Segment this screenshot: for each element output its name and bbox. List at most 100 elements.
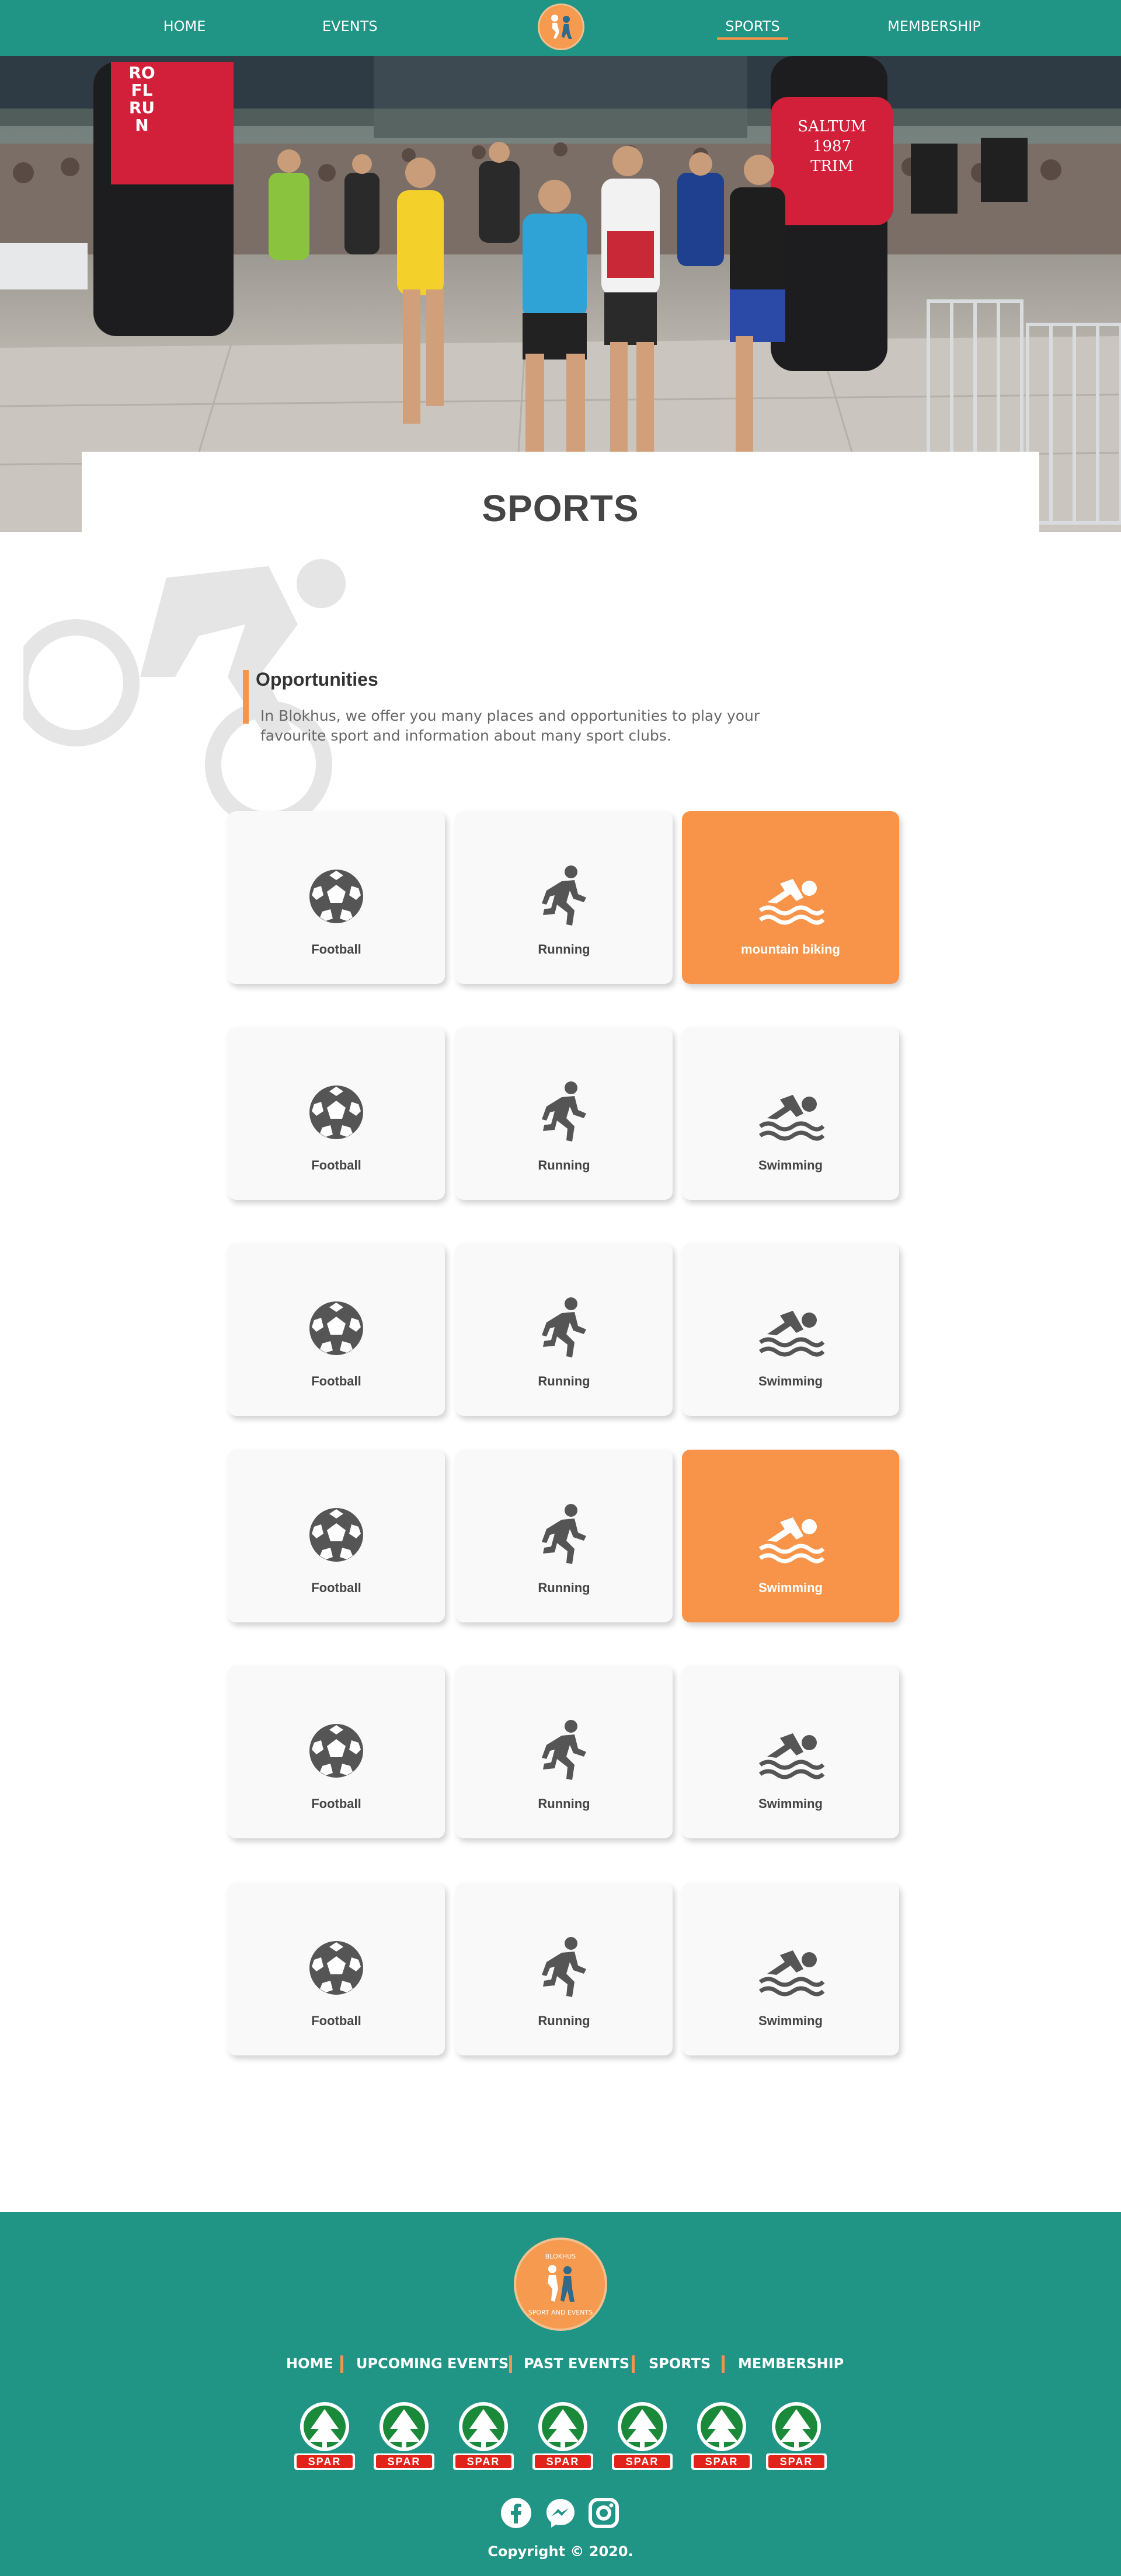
spar-label: SPAR [308,2456,342,2467]
spar-label: SPAR [625,2456,659,2467]
sport-card-label: Running [538,1580,590,1595]
section-accent-bar [243,670,249,724]
sport-card-label: Swimming [758,1158,823,1172]
sport-card-label: Running [538,1796,590,1811]
sport-card-football[interactable]: Football [228,811,445,984]
swimmer-icon [758,1950,825,1996]
sport-card-label: mountain biking [741,942,840,957]
sport-card-football[interactable]: Football [228,1027,445,1200]
footer-link-membership[interactable]: MEMBERSHIP [738,2352,844,2375]
opportunities-title: Opportunities [256,669,378,690]
sport-card-label: Football [311,1796,361,1811]
sport-card-swimming[interactable]: Swimming [682,1243,899,1416]
nav-membership[interactable]: MEMBERSHIP [886,16,982,40]
sport-card-running[interactable]: Running [455,1243,673,1416]
spar-logo[interactable]: SPAR [610,2400,675,2471]
footer-link-sports[interactable]: SPORTS [649,2352,711,2375]
soccer-ball-icon [309,1085,363,1139]
banner-left-text: ROFL RUN [128,63,155,135]
soccer-ball-icon [309,1724,363,1778]
sport-card-football[interactable]: Football [228,1450,445,1622]
sport-card-running[interactable]: Running [455,1027,673,1200]
sport-card-label: Football [311,1158,361,1172]
spar-logo[interactable]: SPAR [371,2400,437,2471]
swimmer-icon [758,1095,825,1141]
opportunities-text: In Blokhus, we offer you many places and… [260,707,760,744]
footer-logo-bottom-text: SPORT AND EVENTS [528,2309,593,2316]
footer-logo-top-text: BLOKHUS [545,2253,576,2260]
sport-card-label: Running [538,1374,590,1388]
soccer-ball-icon [309,1508,363,1562]
swimmer-icon [758,1733,825,1779]
sport-card-running[interactable]: Running [455,1450,673,1622]
sport-card-mountain-biking[interactable]: mountain biking [682,811,899,984]
sport-card-label: Football [311,942,361,957]
sport-card-running[interactable]: Running [455,1666,673,1838]
sport-card-swimming[interactable]: Swimming [682,1450,899,1622]
footer: BLOKHUS SPORT AND EVENTS HOME UPCOMING E… [0,2212,1121,2576]
spar-logo[interactable]: SPAR [451,2400,516,2471]
sport-card-label: Football [311,1374,361,1388]
banner-right-text: SALTUM 1987 TRIM [798,118,866,175]
footer-separator [509,2355,512,2373]
spar-logo[interactable]: SPAR [530,2400,596,2471]
sport-card-swimming[interactable]: Swimming [682,1883,899,2055]
spar-logo[interactable]: SPAR [689,2400,754,2471]
sport-card-swimming[interactable]: Swimming [682,1027,899,1200]
runners-logo-icon [551,15,572,39]
runner-icon [542,1504,586,1564]
sport-card-football[interactable]: Football [228,1666,445,1838]
sport-card-football[interactable]: Football [228,1243,445,1416]
facebook-icon[interactable] [500,2497,532,2529]
sport-card-running[interactable]: Running [455,1883,673,2055]
sport-card-label: Football [311,1580,361,1595]
runner-icon [542,1297,586,1357]
sport-card-label: Running [538,942,590,957]
sport-card-label: Swimming [758,1374,823,1388]
spar-label: SPAR [779,2456,813,2467]
footer-logo[interactable]: BLOKHUS SPORT AND EVENTS [514,2238,607,2331]
site-logo[interactable] [538,4,584,50]
footer-link-home[interactable]: HOME [286,2352,333,2375]
sport-card-label: Running [538,2013,590,2028]
spar-logo[interactable]: SPAR [292,2400,357,2471]
cyclist-watermark-icon [23,559,346,828]
copyright-text: Copyright © 2020. [488,2543,633,2560]
sport-card-label: Football [311,2013,361,2028]
sport-card-label: Swimming [758,2013,823,2028]
nav-home[interactable]: HOME [161,16,208,40]
runner-icon [542,1720,586,1780]
footer-link-past-events[interactable]: PAST EVENTS [524,2352,629,2375]
sport-card-football[interactable]: Football [228,1883,445,2055]
messenger-icon[interactable] [544,2497,577,2529]
sport-card-label: Swimming [758,1796,823,1811]
footer-navigation: HOME UPCOMING EVENTS PAST EVENTS SPORTS … [0,2352,1121,2375]
soccer-ball-icon [309,870,363,923]
spar-label: SPAR [705,2456,739,2467]
sport-card-label: Running [538,1158,590,1172]
spar-logo[interactable]: SPAR [764,2400,829,2471]
spar-label: SPAR [387,2456,421,2467]
page-title: SPORTS [482,487,639,529]
nav-events[interactable]: EVENTS [322,16,378,40]
footer-separator [632,2355,635,2373]
top-navigation: HOME EVENTS SPORTS MEMBERSHIP [0,0,1121,56]
spar-label: SPAR [466,2456,500,2467]
soccer-ball-icon [309,1941,363,1995]
soccer-ball-icon [309,1301,363,1355]
footer-separator [340,2355,343,2373]
sport-card-label: Swimming [758,1580,823,1595]
runner-icon [542,1937,586,1997]
spar-label: SPAR [546,2456,580,2467]
instagram-icon[interactable] [587,2497,620,2529]
sport-card-swimming[interactable]: Swimming [682,1666,899,1838]
sport-card-running[interactable]: Running [455,811,673,984]
footer-link-upcoming-events[interactable]: UPCOMING EVENTS [356,2352,509,2375]
swimmer-icon [758,1517,825,1563]
runner-icon [542,1081,586,1142]
runner-icon [542,865,586,926]
footer-separator [722,2355,725,2373]
swimmer-icon [758,879,825,925]
nav-sports[interactable]: SPORTS [717,16,788,40]
runners-logo-icon [548,2265,575,2302]
